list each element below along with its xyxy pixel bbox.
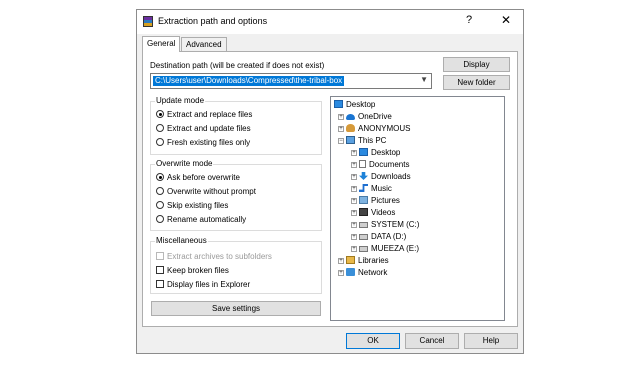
misc-option-subfolders: Extract archives to subfolders [156,252,272,261]
tree-item-this-pc[interactable]: − This PC [338,136,386,146]
drive-icon [359,222,368,228]
misc-option-explorer[interactable]: Display files in Explorer [156,280,250,289]
destination-path-value[interactable]: C:\Users\user\Downloads\Compressed\the-t… [153,76,345,86]
collapse-icon[interactable]: − [338,138,344,144]
checkbox[interactable] [156,266,164,274]
computer-icon [346,136,355,144]
tree-item-anonymous[interactable]: + ANONYMOUS [338,124,410,134]
misc-title: Miscellaneous [155,236,208,245]
expand-icon[interactable]: + [351,234,357,240]
overwrite-mode-group: Overwrite mode Ask before overwrite Over… [150,159,322,231]
update-mode-group: Update mode Extract and replace files Ex… [150,96,322,155]
expand-icon[interactable]: + [351,174,357,180]
new-folder-button[interactable]: New folder [443,75,510,90]
update-option-fresh[interactable]: Fresh existing files only [156,138,250,147]
misc-option-keep-broken[interactable]: Keep broken files [156,266,229,275]
tree-item-drive-e[interactable]: + MUEEZA (E:) [351,244,419,254]
tree-item-desktop[interactable]: + Desktop [351,148,400,158]
tree-item-desktop-root[interactable]: Desktop [334,100,375,110]
overwrite-option-overwrite[interactable]: Overwrite without prompt [156,187,256,196]
cancel-button[interactable]: Cancel [405,333,459,349]
libraries-icon [346,256,355,264]
destination-label: Destination path (will be created if doe… [150,61,325,70]
help-button[interactable]: Help [464,333,518,349]
tree-item-libraries[interactable]: + Libraries [338,256,389,266]
window-title: Extraction path and options [158,16,268,26]
expand-icon[interactable]: + [351,162,357,168]
expand-icon[interactable]: + [338,126,344,132]
tab-advanced[interactable]: Advanced [181,37,227,51]
tree-item-drive-c[interactable]: + SYSTEM (C:) [351,220,419,230]
network-icon [346,268,355,276]
expand-icon[interactable]: + [351,186,357,192]
close-icon[interactable]: ✕ [501,13,511,27]
checkbox [156,252,164,260]
tree-item-drive-d[interactable]: + DATA (D:) [351,232,406,242]
desktop-icon [334,100,343,108]
expand-icon[interactable]: + [351,198,357,204]
expand-icon[interactable]: + [351,222,357,228]
save-settings-button[interactable]: Save settings [151,301,321,316]
update-option-update[interactable]: Extract and update files [156,124,251,133]
radio[interactable] [156,138,164,146]
winrar-icon [143,16,153,27]
tab-general[interactable]: General [142,36,181,52]
tree-item-downloads[interactable]: + Downloads [351,172,411,182]
radio[interactable] [156,215,164,223]
overwrite-option-rename[interactable]: Rename automatically [156,215,246,224]
radio[interactable] [156,187,164,195]
update-option-replace[interactable]: Extract and replace files [156,110,252,119]
tree-item-music[interactable]: + Music [351,184,392,194]
user-icon [346,124,355,132]
tree-item-pictures[interactable]: + Pictures [351,196,400,206]
tree-item-onedrive[interactable]: + OneDrive [338,112,392,122]
drive-icon [359,246,368,252]
destination-path-combo[interactable]: C:\Users\user\Downloads\Compressed\the-t… [150,73,432,89]
overwrite-option-ask[interactable]: Ask before overwrite [156,173,240,182]
display-button[interactable]: Display [443,57,510,72]
tree-item-documents[interactable]: + Documents [351,160,409,170]
expand-icon[interactable]: + [338,258,344,264]
download-icon [359,172,368,180]
desktop-icon [359,148,368,156]
overwrite-mode-title: Overwrite mode [155,159,214,168]
chevron-down-icon[interactable]: ▼ [420,75,428,84]
drive-icon [359,234,368,240]
expand-icon[interactable]: + [338,114,344,120]
expand-icon[interactable]: + [338,270,344,276]
folder-tree[interactable]: Desktop + OneDrive + ANONYMOUS − This PC + D… [330,96,505,321]
expand-icon[interactable]: + [351,210,357,216]
misc-group: Miscellaneous Extract archives to subfol… [150,236,322,294]
overwrite-option-skip[interactable]: Skip existing files [156,201,228,210]
document-icon [359,160,366,168]
onedrive-icon [346,114,355,120]
checkbox[interactable] [156,280,164,288]
radio-selected[interactable] [156,173,164,181]
tree-item-videos[interactable]: + Videos [351,208,395,218]
video-icon [359,208,368,216]
ok-button[interactable]: OK [346,333,400,349]
tree-item-network[interactable]: + Network [338,268,387,278]
help-title-button[interactable]: ? [466,14,472,26]
update-mode-title: Update mode [155,96,206,105]
expand-icon[interactable]: + [351,150,357,156]
title-bar[interactable]: Extraction path and options ? ✕ [137,10,523,34]
radio[interactable] [156,124,164,132]
radio[interactable] [156,201,164,209]
radio-selected[interactable] [156,110,164,118]
pictures-icon [359,196,368,204]
music-icon [359,184,368,192]
extraction-dialog: Extraction path and options ? ✕ General … [136,9,524,354]
expand-icon[interactable]: + [351,246,357,252]
